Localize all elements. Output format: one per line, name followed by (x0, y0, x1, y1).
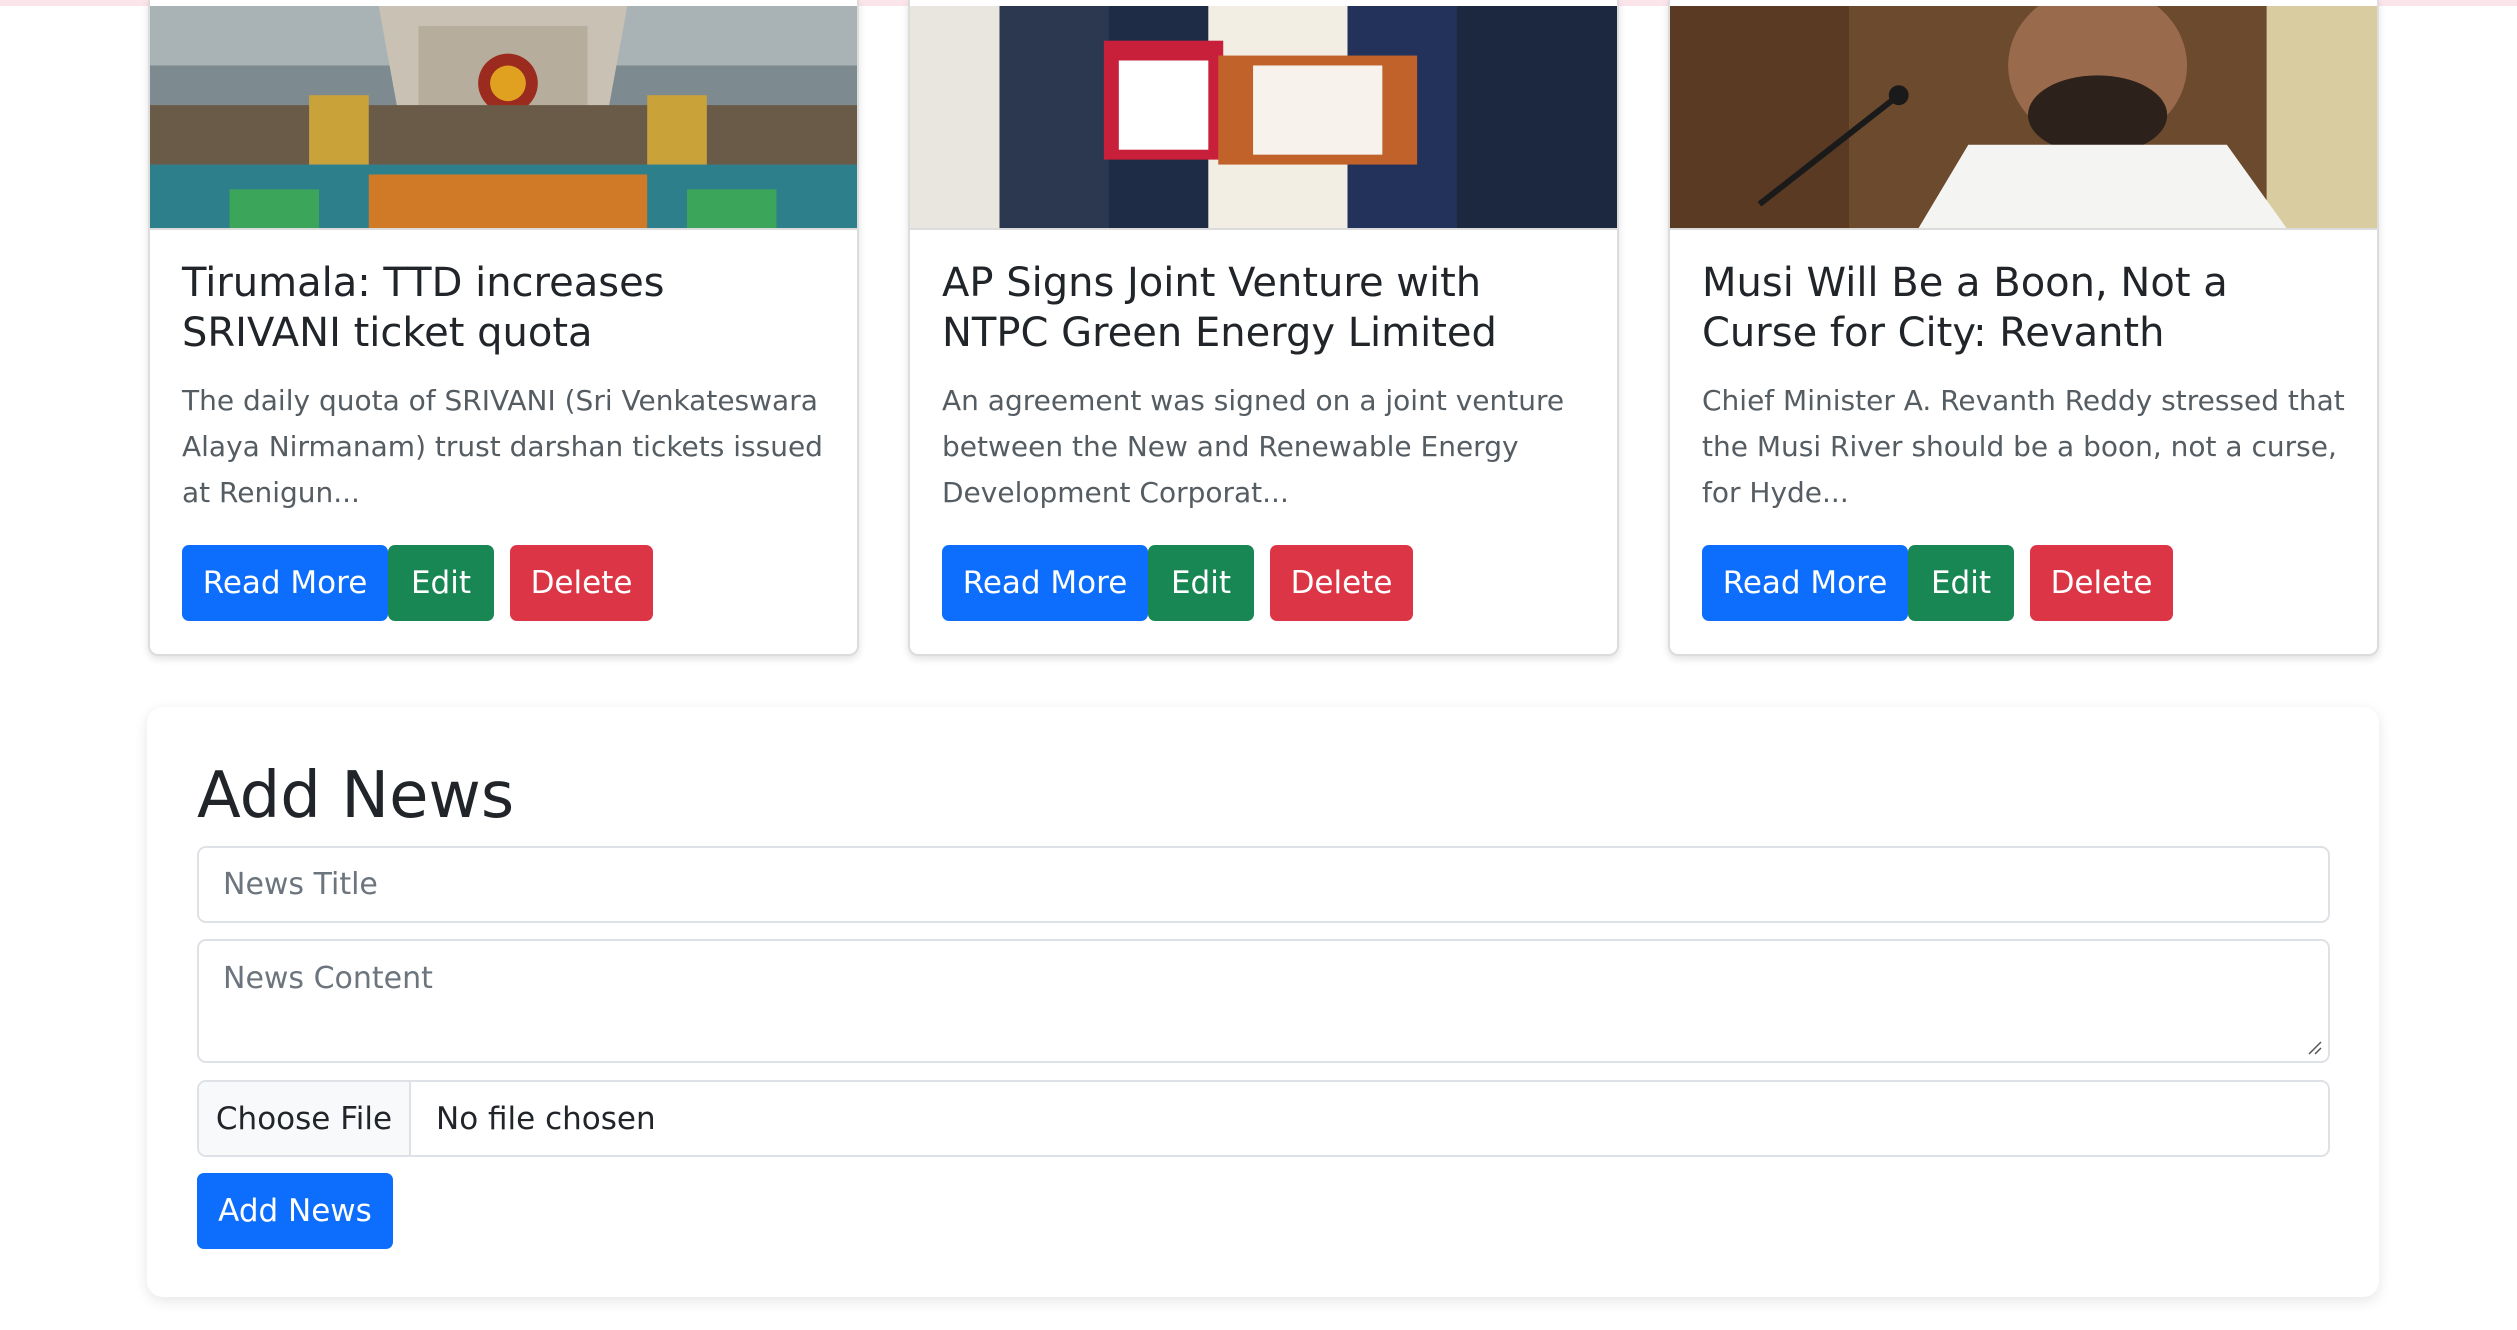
delete-button[interactable]: Delete (510, 545, 653, 621)
edit-button[interactable]: Edit (1908, 545, 2014, 621)
news-card: Musi Will Be a Boon, Not a Curse for Cit… (1668, 0, 2379, 656)
news-content-textarea[interactable]: News Content (197, 939, 2330, 1063)
news-image-file-input[interactable]: Choose File No file chosen (197, 1080, 2330, 1157)
card-excerpt: The daily quota of SRIVANI (Sri Venkates… (182, 384, 823, 509)
card-title: AP Signs Joint Venture with NTPC Green E… (942, 260, 1497, 356)
news-card: Tirumala: TTD increases SRIVANI ticket q… (148, 0, 859, 656)
read-more-button[interactable]: Read More (942, 545, 1148, 621)
delete-button[interactable]: Delete (2030, 545, 2173, 621)
edit-button[interactable]: Edit (388, 545, 494, 621)
choose-file-button[interactable]: Choose File (199, 1082, 411, 1155)
resize-handle-icon[interactable] (2306, 1039, 2322, 1055)
news-title-input[interactable]: News Title (197, 846, 2330, 923)
card-excerpt: An agreement was signed on a joint ventu… (942, 384, 1565, 509)
read-more-button[interactable]: Read More (182, 545, 388, 621)
add-news-button[interactable]: Add News (197, 1173, 393, 1249)
news-image-signing (910, 6, 1617, 230)
card-title: Tirumala: TTD increases SRIVANI ticket q… (182, 260, 665, 356)
add-news-heading: Add News (197, 759, 515, 833)
read-more-button[interactable]: Read More (1702, 545, 1908, 621)
news-image-temple (150, 6, 857, 230)
news-image-chief-minister (1670, 6, 2377, 230)
delete-button[interactable]: Delete (1270, 545, 1413, 621)
card-excerpt: Chief Minister A. Revanth Reddy stressed… (1702, 384, 2345, 509)
add-news-panel: Add News News Title News Content Choose … (147, 707, 2379, 1297)
card-title: Musi Will Be a Boon, Not a Curse for Cit… (1702, 260, 2228, 356)
news-content-placeholder: News Content (223, 961, 433, 996)
news-card: AP Signs Joint Venture with NTPC Green E… (908, 0, 1619, 656)
file-status-text: No file chosen (436, 1100, 656, 1137)
edit-button[interactable]: Edit (1148, 545, 1254, 621)
